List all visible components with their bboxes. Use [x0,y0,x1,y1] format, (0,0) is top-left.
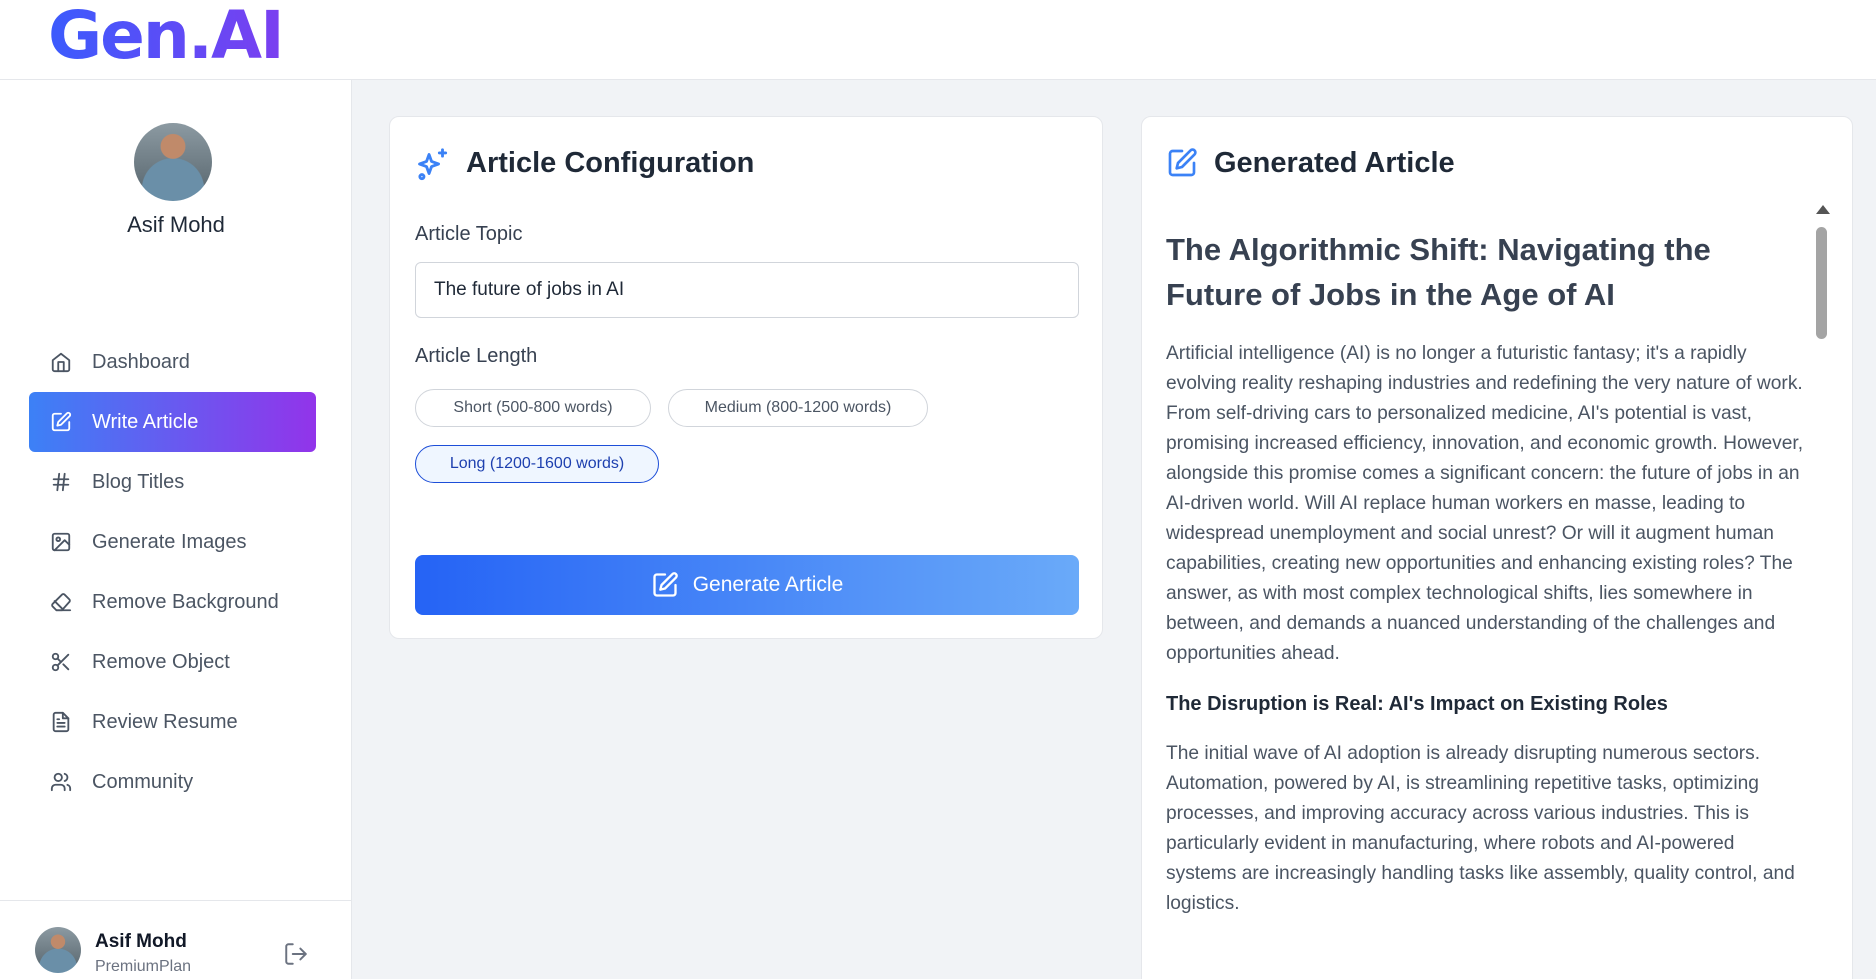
profile-name: Asif Mohd [127,212,225,237]
avatar[interactable] [35,927,81,973]
edit-icon [1166,147,1198,179]
length-option-short[interactable]: Short (500-800 words) [415,389,651,427]
sidebar-item-label: Community [92,770,194,793]
sidebar-item-remove-background[interactable]: Remove Background [29,572,316,632]
length-option-long[interactable]: Long (1200-1600 words) [415,445,659,483]
article-paragraph: Artificial intelligence (AI) is no longe… [1166,343,1804,664]
footer-user-plan: PremiumPlan [95,958,192,975]
sidebar-item-label: Remove Background [92,590,279,613]
generate-article-label: Generate Article [692,573,844,596]
sidebar-item-write-article[interactable]: Write Article [29,392,316,452]
sidebar-item-label: Generate Images [92,530,247,553]
sidebar-item-blog-titles[interactable]: Blog Titles [29,452,316,512]
file-text-icon [50,711,72,733]
article-paragraph: The initial wave of AI adoption is alrea… [1166,743,1795,914]
scroll-up-arrow-icon[interactable] [1816,205,1830,214]
sparkles-icon [414,145,452,183]
sidebar-item-label: Review Resume [92,710,238,733]
length-option-medium[interactable]: Medium (800-1200 words) [668,389,928,427]
sidebar-nav: Dashboard Write Article Blog Titles Gene… [29,332,316,812]
article-topic-input[interactable] [415,262,1079,318]
sidebar-item-community[interactable]: Community [29,752,316,812]
sidebar-footer: Asif Mohd PremiumPlan [0,900,352,979]
users-icon [50,771,72,793]
card-title: Article Configuration [466,147,755,179]
topic-label: Article Topic [415,223,523,245]
article-content[interactable]: The Algorithmic Shift: Navigating the Fu… [1166,227,1808,979]
home-icon [50,351,72,373]
edit-icon [50,411,72,433]
generate-article-button[interactable]: Generate Article [415,555,1079,615]
sidebar: Asif Mohd Dashboard Write Article Blog T… [0,80,352,979]
image-icon [50,531,72,553]
scissors-icon [50,651,72,673]
generated-article-card: Generated Article The Algorithmic Shift:… [1141,116,1853,979]
article-scrollbar[interactable] [1814,205,1830,979]
sidebar-item-label: Write Article [92,410,199,433]
scrollbar-thumb[interactable] [1816,227,1827,339]
sidebar-item-dashboard[interactable]: Dashboard [29,332,316,392]
sidebar-item-label: Remove Object [92,650,230,673]
app-logo[interactable]: Gen.AI [48,0,285,72]
card-title: Generated Article [1214,147,1455,179]
sidebar-item-label: Blog Titles [92,470,185,493]
sidebar-item-label: Dashboard [92,350,190,373]
article-subheading: The Disruption is Real: AI's Impact on E… [1166,693,1668,715]
sidebar-item-remove-object[interactable]: Remove Object [29,632,316,692]
logout-icon[interactable] [283,941,309,967]
footer-user-name: Asif Mohd [95,931,187,952]
eraser-icon [50,591,72,613]
article-heading: The Algorithmic Shift: Navigating the Fu… [1166,232,1711,312]
top-header: Gen.AI [0,0,1876,80]
profile-avatar[interactable] [134,123,212,201]
sidebar-item-generate-images[interactable]: Generate Images [29,512,316,572]
hash-icon [50,471,72,493]
article-configuration-card: Article Configuration Article Topic Arti… [389,116,1103,639]
sidebar-item-review-resume[interactable]: Review Resume [29,692,316,752]
edit-icon [653,572,678,597]
length-label: Article Length [415,345,538,367]
